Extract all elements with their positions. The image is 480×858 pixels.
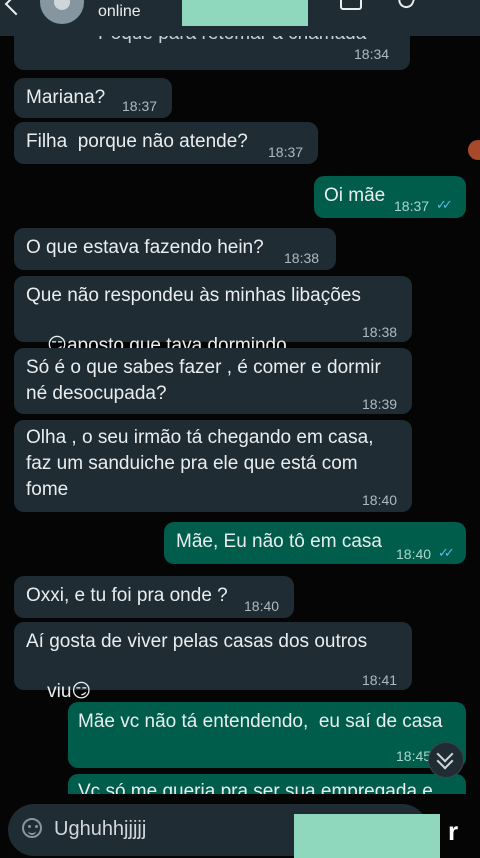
message-text-line1: Só é o que sabes fazer , é comer e dormi… (26, 357, 381, 378)
message-time: 18:34 (354, 46, 390, 62)
message-incoming[interactable]: Filha porque não atende? 18:37 (14, 122, 318, 164)
message-text: O que estava fazendo hein? (26, 237, 264, 258)
message-text: Mãe vc não tá entendendo, eu saí de casa (78, 711, 443, 732)
message-time: 18:37 (122, 98, 158, 114)
contact-status: online (98, 3, 141, 20)
message-time: 18:37 (268, 144, 304, 160)
message-incoming[interactable]: Aí gosta de viver pelas casas dos outros… (14, 622, 412, 702)
message-text-line3: fome (26, 479, 69, 500)
message-time: 18:45 (396, 748, 432, 764)
message-text: Vc só me queria pra ser sua empregada e (78, 781, 433, 794)
message-text-line2: né desocupada? (26, 383, 167, 404)
message-outgoing[interactable]: Oi mãe 18:37 ✓✓ (314, 176, 466, 218)
message-time: 18:41 (362, 672, 398, 688)
message-outgoing[interactable]: Mãe vc não tá entendendo, eu saí de casa… (68, 702, 466, 768)
message-text: Mariana? (26, 87, 106, 108)
message-incoming[interactable]: Oxxi, e tu foi pra onde ? 18:40 (14, 576, 294, 618)
message-time: 18:38 (284, 250, 320, 266)
message-text: Mãe, Eu não tô em casa (176, 531, 382, 552)
message-text: Oi mãe (324, 185, 386, 206)
edge-indicator (468, 140, 480, 160)
avatar[interactable] (40, 0, 84, 24)
redacted-contact-name (182, 0, 308, 26)
double-check-icon: ✓✓ (438, 545, 455, 560)
smirk-emoji-icon: 😏 (71, 681, 92, 702)
message-text: Oxxi, e tu foi pra onde ? (26, 585, 228, 606)
message-time: 18:40 (396, 546, 432, 562)
message-time: 18:40 (244, 598, 280, 614)
scroll-to-bottom-button[interactable] (428, 742, 464, 778)
video-call-icon[interactable] (340, 0, 362, 10)
chat-header: online (0, 0, 480, 36)
menu-icon[interactable] (452, 0, 456, 1)
message-text: Filha porque não atende? (26, 131, 248, 152)
redacted-area (294, 814, 440, 858)
message-time: 18:40 (362, 492, 398, 508)
message-incoming[interactable]: Olha , o seu irmão tá chegando em casa, … (14, 420, 412, 512)
message-time: 18:39 (362, 396, 398, 412)
message-time: 18:37 (394, 198, 430, 214)
message-composer[interactable]: Ughuhhjjjjj r (8, 804, 458, 858)
message-input[interactable]: Ughuhhjjjjj (54, 818, 146, 841)
message-incoming[interactable]: Que não respondeu às minhas libações 😏ap… (14, 276, 412, 380)
emoji-icon[interactable] (22, 818, 42, 838)
message-outgoing[interactable]: Mãe, Eu não tô em casa 18:40 ✓✓ (164, 522, 466, 564)
partial-text: r (448, 816, 459, 846)
message-outgoing[interactable]: Vc só me queria pra ser sua empregada e (68, 774, 466, 794)
double-check-icon: ✓✓ (436, 197, 453, 212)
message-incoming[interactable]: O que estava fazendo hein? 18:38 (14, 228, 336, 270)
message-text-line1: Olha , o seu irmão tá chegando em casa, (26, 427, 374, 448)
message-incoming[interactable]: Só é o que sabes fazer , é comer e dormi… (14, 348, 412, 414)
message-text-line1: Aí gosta de viver pelas casas dos outros (26, 631, 368, 652)
message-incoming[interactable]: Mariana? 18:37 (14, 78, 172, 118)
message-time: 18:38 (362, 324, 398, 340)
message-text-line2: faz um sanduiche pra ele que está com (26, 453, 358, 474)
back-arrow-icon[interactable] (4, 0, 28, 16)
message-text-line1: Que não respondeu às minhas libações (26, 285, 361, 306)
phone-icon[interactable] (396, 0, 416, 11)
